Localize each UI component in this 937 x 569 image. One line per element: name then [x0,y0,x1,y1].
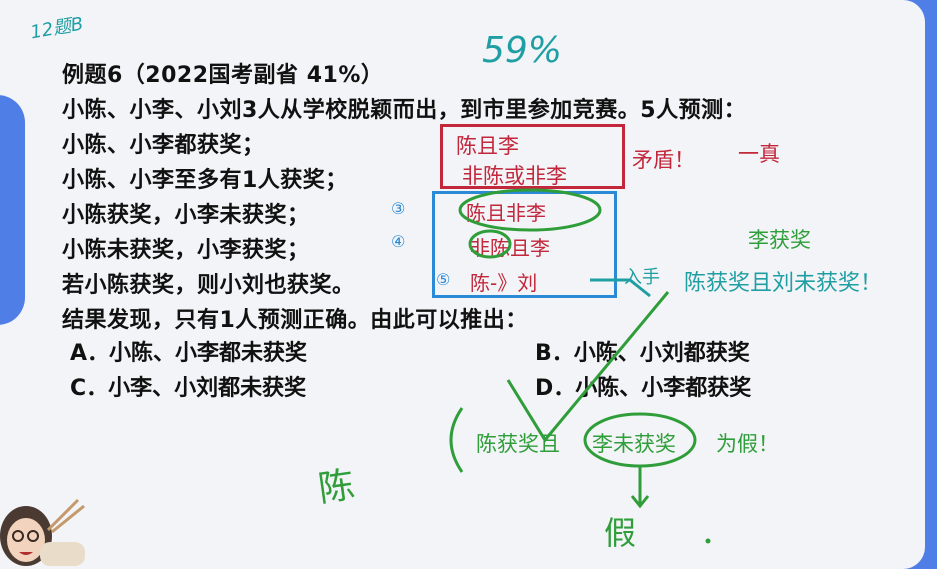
green-oval-1 [458,188,602,232]
avatar-illustration [0,498,85,566]
teal-arrow [590,278,651,298]
green-down-arrow [630,466,650,509]
green-dot [705,538,711,544]
avatar [0,480,90,569]
handwriting-strokes [449,188,711,544]
green-oval-2 [468,229,512,259]
green-oval-3 [583,412,697,468]
slide-panel: 例题6（2022国考副省 41%） 小陈、小李、小刘3人从学校脱颖而出，到市里参… [0,0,925,569]
green-paren-left [449,407,464,473]
green-check [506,291,670,443]
